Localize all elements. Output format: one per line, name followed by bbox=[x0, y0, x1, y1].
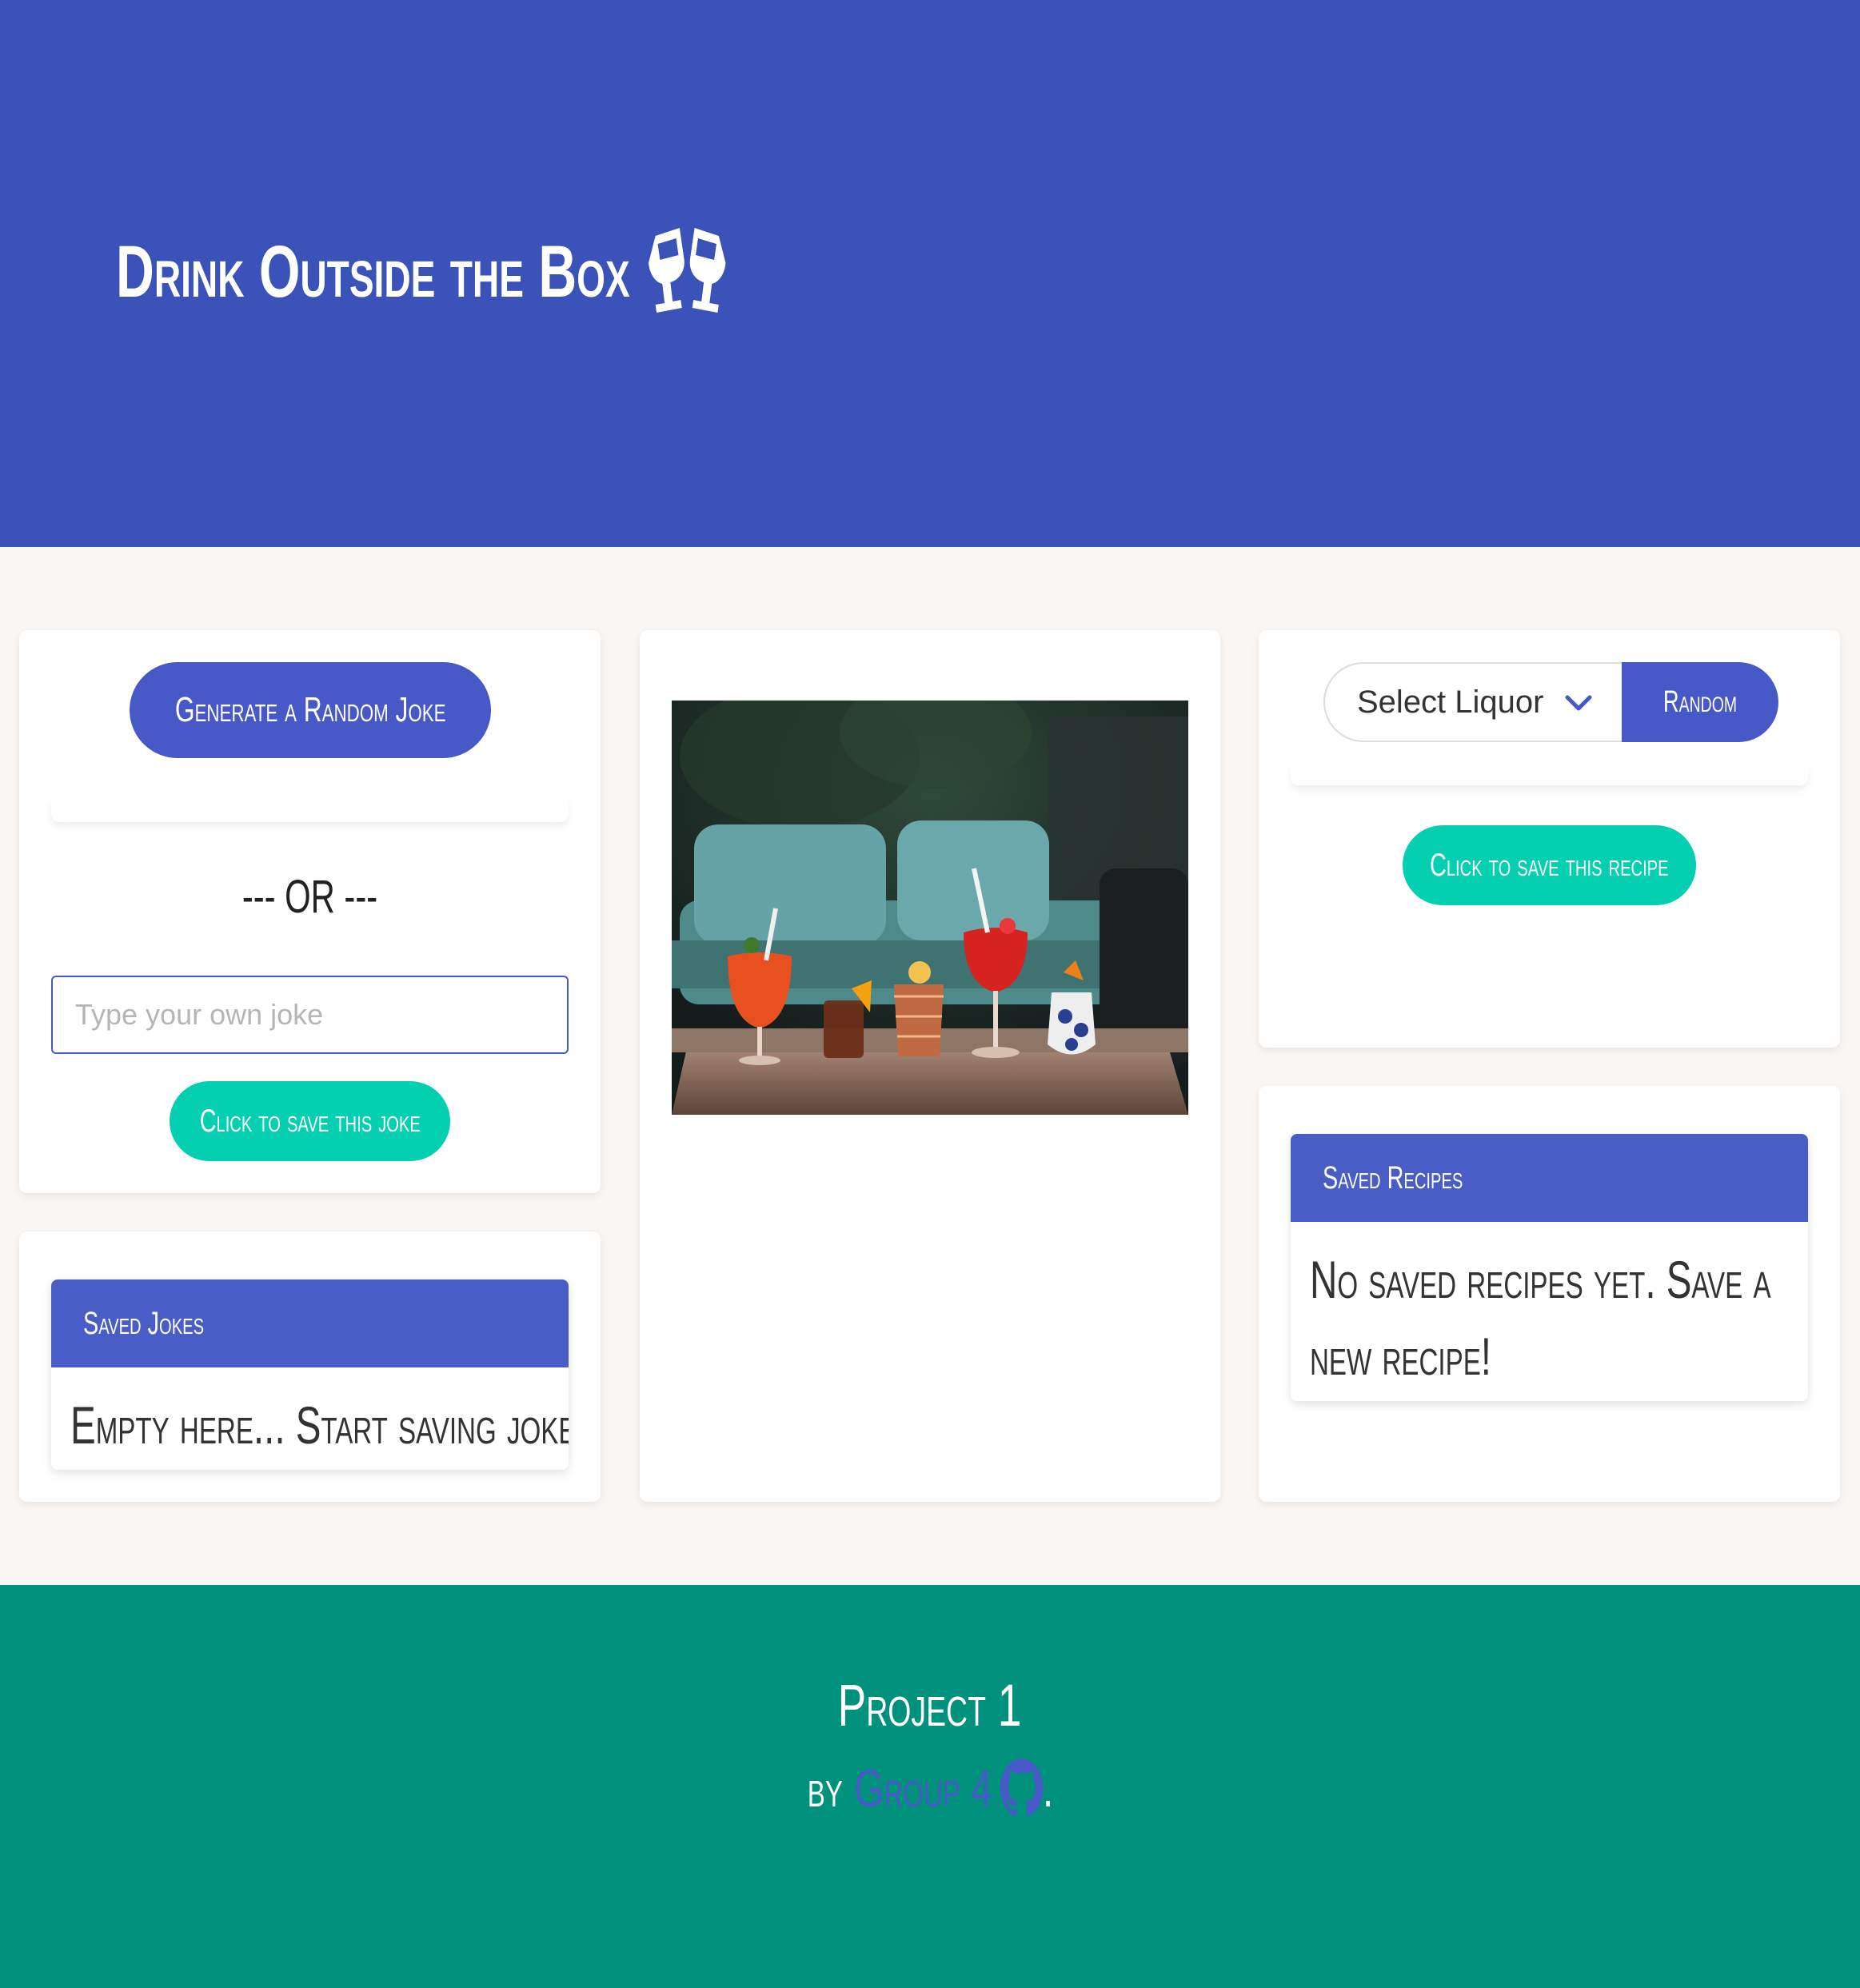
random-recipe-button[interactable]: Random bbox=[1622, 662, 1778, 742]
footer-by-prefix: by bbox=[807, 1758, 843, 1818]
liquor-select-value: Select Liquor bbox=[1357, 684, 1544, 720]
generate-joke-button[interactable]: Generate a Random Joke bbox=[130, 662, 491, 758]
joke-input[interactable] bbox=[51, 976, 569, 1054]
saved-recipes-header: Saved Recipes bbox=[1291, 1134, 1808, 1222]
cocktails-illustration bbox=[672, 701, 1188, 1115]
saved-recipes-panel: Saved Recipes No saved recipes yet. Save… bbox=[1291, 1134, 1808, 1401]
site-title: Drink Outside the Box bbox=[116, 228, 730, 316]
footer-credit: by Group 4 . bbox=[0, 1758, 1860, 1818]
site-title-text: Drink Outside the Box bbox=[116, 231, 630, 313]
recipe-display bbox=[1291, 761, 1808, 785]
joke-card: Generate a Random Joke --- OR --- Click … bbox=[19, 630, 601, 1193]
joke-display bbox=[51, 795, 569, 822]
saved-jokes-header: Saved Jokes bbox=[51, 1279, 569, 1367]
footer-suffix: . bbox=[1042, 1758, 1053, 1818]
liquor-select[interactable]: Select Liquor bbox=[1323, 662, 1622, 742]
saved-jokes-empty: Empty here... Start saving jokes! bbox=[70, 1395, 569, 1455]
or-divider: --- OR --- bbox=[241, 871, 378, 923]
saved-jokes-panel: Saved Jokes Empty here... Start saving j… bbox=[51, 1279, 569, 1470]
saved-jokes-card: Saved Jokes Empty here... Start saving j… bbox=[19, 1232, 601, 1502]
chevron-down-icon bbox=[1565, 695, 1592, 711]
footer-title: Project 1 bbox=[838, 1672, 1022, 1739]
save-joke-button[interactable]: Click to save this joke bbox=[170, 1081, 450, 1161]
saved-recipes-empty: No saved recipes yet. Save a new recipe! bbox=[1310, 1250, 1771, 1386]
cocktails-photo bbox=[672, 701, 1188, 1115]
hero-banner: Drink Outside the Box bbox=[0, 0, 1860, 547]
save-recipe-button[interactable]: Click to save this recipe bbox=[1403, 825, 1696, 905]
glasses-cheers-icon bbox=[648, 228, 726, 313]
github-icon[interactable] bbox=[1000, 1758, 1043, 1818]
saved-recipes-card: Saved Recipes No saved recipes yet. Save… bbox=[1259, 1086, 1840, 1502]
group-link[interactable]: Group 4 bbox=[854, 1758, 992, 1818]
